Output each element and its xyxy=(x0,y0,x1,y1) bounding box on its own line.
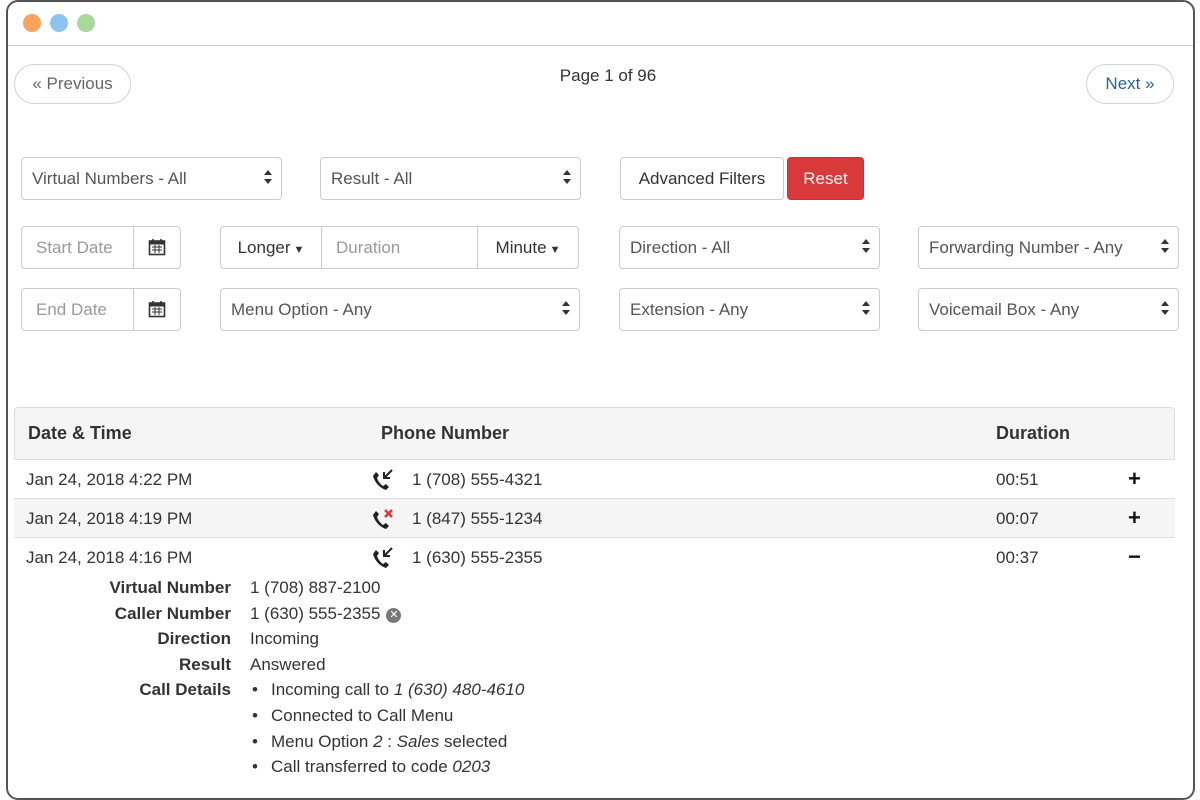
detail-row: Direction Incoming xyxy=(14,629,1175,655)
extension-select[interactable]: Extension - Any xyxy=(619,288,880,331)
list-item: Call transferred to code 0203 xyxy=(250,757,524,783)
duration-group: Longer ▼ Duration Minute ▼ xyxy=(220,226,579,269)
zoom-window-button[interactable] xyxy=(77,14,95,32)
advanced-filters-button[interactable]: Advanced Filters xyxy=(620,157,784,200)
detail-row: Result Answered xyxy=(14,655,1175,681)
duration-unit-label: Minute xyxy=(495,238,547,257)
virtual-numbers-select[interactable]: Virtual Numbers - All xyxy=(21,157,282,200)
select-arrows-icon xyxy=(1160,227,1170,268)
direction-select-value: Direction - All xyxy=(630,238,731,257)
select-arrows-icon xyxy=(562,158,572,199)
direction-label: Direction xyxy=(157,629,231,648)
call-phone-number: 1 (630) 555-2355 xyxy=(412,548,543,567)
next-page-button[interactable]: Next » xyxy=(1086,64,1174,104)
detail-text: Incoming call to xyxy=(271,680,394,699)
call-log-table: Date & Time Phone Number Duration Jan 24… xyxy=(14,407,1175,577)
caret-down-icon: ▼ xyxy=(293,244,305,256)
voicemail-box-select[interactable]: Voicemail Box - Any xyxy=(918,288,1179,331)
select-arrows-icon xyxy=(861,289,871,330)
menu-option-select-value: Menu Option - Any xyxy=(231,300,372,319)
result-select-value: Result - All xyxy=(331,169,413,188)
start-date-group: Start Date xyxy=(21,226,181,269)
expand-row-button[interactable]: + xyxy=(1128,466,1141,492)
result-select[interactable]: Result - All xyxy=(320,157,581,200)
menu-option-select[interactable]: Menu Option - Any xyxy=(220,288,580,331)
forwarding-number-select[interactable]: Forwarding Number - Any xyxy=(918,226,1179,269)
end-date-group: End Date xyxy=(21,288,181,331)
calendar-icon[interactable] xyxy=(133,289,180,330)
detail-option-name: Sales xyxy=(396,731,440,751)
detail-row: Call Details Incoming call to 1 (630) 48… xyxy=(14,680,1175,776)
duration-compare-label: Longer xyxy=(237,238,291,257)
previous-page-button[interactable]: « Previous xyxy=(14,64,131,104)
detail-code: 0203 xyxy=(452,757,491,777)
page-indicator: Page 1 of 96 xyxy=(559,66,657,85)
detail-option: 2 xyxy=(373,731,383,751)
detail-row: Virtual Number 1 (708) 887-2100 xyxy=(14,578,1175,604)
list-item: Incoming call to 1 (630) 480-4610 xyxy=(250,680,524,706)
remove-circle-icon[interactable]: ✕ xyxy=(386,607,402,623)
detail-text: Call transferred to code xyxy=(271,757,453,777)
header-duration: Duration xyxy=(996,423,1070,443)
detail-text: Connected to Call Menu xyxy=(271,705,454,725)
select-arrows-icon xyxy=(561,289,571,330)
header-phone-number: Phone Number xyxy=(381,423,510,443)
start-date-input[interactable]: Start Date xyxy=(22,227,133,268)
virtual-numbers-select-value: Virtual Numbers - All xyxy=(32,169,187,188)
end-date-input[interactable]: End Date xyxy=(22,289,133,330)
detail-sep: : xyxy=(382,731,397,751)
list-item: Menu Option 2 : Sales selected xyxy=(250,732,524,758)
expand-row-button[interactable]: + xyxy=(1128,505,1141,531)
minimize-window-button[interactable] xyxy=(50,14,68,32)
result-label: Result xyxy=(179,654,231,674)
close-window-button[interactable] xyxy=(23,14,41,32)
direction-select[interactable]: Direction - All xyxy=(619,226,880,269)
virtual-number-label: Virtual Number xyxy=(109,578,231,597)
list-item: Connected to Call Menu xyxy=(250,706,524,732)
incoming-call-icon xyxy=(373,547,393,568)
call-phone-number: 1 (708) 555-4321 xyxy=(412,470,543,489)
call-datetime: Jan 24, 2018 4:19 PM xyxy=(26,509,193,528)
call-details-label: Call Details xyxy=(139,680,231,699)
table-row[interactable]: Jan 24, 2018 4:22 PM 1 (708) 555-4321 00… xyxy=(14,460,1175,499)
forwarding-number-select-value: Forwarding Number - Any xyxy=(929,238,1123,257)
call-datetime: Jan 24, 2018 4:16 PM xyxy=(26,548,193,567)
collapse-row-button[interactable]: − xyxy=(1128,544,1141,570)
call-duration: 00:37 xyxy=(996,548,1039,567)
detail-number: 1 (630) 480-4610 xyxy=(393,680,525,699)
call-datetime: Jan 24, 2018 4:22 PM xyxy=(26,470,193,489)
duration-compare-dropdown[interactable]: Longer ▼ xyxy=(221,227,321,268)
call-duration: 00:51 xyxy=(996,470,1039,489)
table-row[interactable]: Jan 24, 2018 4:16 PM 1 (630) 555-2355 00… xyxy=(14,538,1175,577)
header-date-time: Date & Time xyxy=(28,423,132,443)
virtual-number-value: 1 (708) 887-2100 xyxy=(250,578,381,597)
title-bar xyxy=(8,2,1193,46)
detail-text: selected xyxy=(439,731,508,751)
table-row[interactable]: Jan 24, 2018 4:19 PM 1 (847) 555-1234 00… xyxy=(14,499,1175,538)
voicemail-box-select-value: Voicemail Box - Any xyxy=(929,300,1080,319)
direction-value: Incoming xyxy=(250,629,319,648)
detail-text: Menu Option xyxy=(271,731,374,751)
caller-number-label: Caller Number xyxy=(114,603,231,623)
table-header: Date & Time Phone Number Duration xyxy=(14,407,1175,460)
caller-number-value-wrap: 1 (630) 555-2355 ✕ xyxy=(250,603,402,624)
call-details-list: Incoming call to 1 (630) 480-4610 Connec… xyxy=(250,680,524,783)
caller-number-value: 1 (630) 555-2355 xyxy=(250,603,381,623)
call-duration: 00:07 xyxy=(996,509,1039,528)
incoming-call-icon xyxy=(373,469,393,490)
calendar-icon[interactable] xyxy=(133,227,180,268)
select-arrows-icon xyxy=(861,227,871,268)
result-value: Answered xyxy=(250,654,326,674)
caret-down-icon: ▼ xyxy=(549,244,561,256)
select-arrows-icon xyxy=(263,158,273,199)
missed-call-icon xyxy=(373,509,393,529)
select-arrows-icon xyxy=(1160,289,1170,330)
duration-unit-dropdown[interactable]: Minute ▼ xyxy=(477,227,578,268)
duration-input[interactable]: Duration xyxy=(321,227,477,268)
call-phone-number: 1 (847) 555-1234 xyxy=(412,509,543,528)
call-details-panel: Virtual Number 1 (708) 887-2100 Caller N… xyxy=(14,578,1175,776)
extension-select-value: Extension - Any xyxy=(630,300,749,319)
detail-row: Caller Number 1 (630) 555-2355 ✕ xyxy=(14,604,1175,630)
reset-button[interactable]: Reset xyxy=(787,157,864,200)
